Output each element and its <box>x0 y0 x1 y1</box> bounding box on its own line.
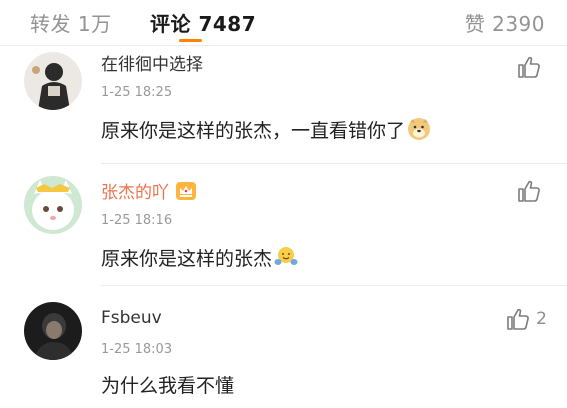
comment-item: 在徘徊中选择 1-25 18:25 原来你是这样的张杰，一直看错你了 <box>0 46 567 164</box>
comment-text-content: 原来你是这样的张杰 <box>101 248 273 270</box>
hug-emoji-icon <box>274 247 298 265</box>
user-avatar-image <box>24 52 82 110</box>
avatar[interactable] <box>24 52 82 110</box>
active-tab-indicator <box>179 39 202 42</box>
doge-emoji-icon <box>408 118 431 140</box>
comment-text-content: 原来你是这样的张杰，一直看错你了 <box>101 120 406 142</box>
comment-time: 1-25 18:03 <box>101 342 173 357</box>
user-avatar-image <box>24 176 82 234</box>
comment-username-text: 张杰的吖 <box>101 183 169 203</box>
like-button[interactable] <box>517 56 547 78</box>
comment-item: 张杰的吖 1-25 18:16 原来你是这样的张杰 <box>0 164 567 286</box>
comment-time: 1-25 18:25 <box>101 85 173 100</box>
thumbs-up-icon <box>518 180 540 202</box>
comment-username[interactable]: Fsbeuv <box>101 308 162 328</box>
avatar[interactable] <box>24 302 82 360</box>
user-avatar-image <box>24 302 82 360</box>
comment-tabs-bar: 转发 1万 评论 7487 赞 2390 <box>0 0 567 46</box>
thumbs-up-icon <box>518 56 540 78</box>
comment-text: 为什么我看不懂 <box>101 375 235 397</box>
crown-badge-icon <box>176 182 196 200</box>
comment-username[interactable]: 在徘徊中选择 <box>101 50 203 75</box>
comment-text: 原来你是这样的张杰 <box>101 244 298 271</box>
tab-like[interactable]: 赞 2390 <box>465 8 545 37</box>
like-button[interactable]: 2 <box>506 308 547 330</box>
thumbs-up-icon <box>507 308 530 330</box>
comment-username[interactable]: 张杰的吖 <box>101 178 197 203</box>
tab-repost[interactable]: 转发 1万 <box>30 8 112 37</box>
like-count: 2 <box>536 309 547 329</box>
avatar[interactable] <box>24 176 82 234</box>
like-button[interactable] <box>517 180 547 202</box>
comment-time: 1-25 18:16 <box>101 213 173 228</box>
comment-item: Fsbeuv 1-25 18:03 为什么我看不懂 2 <box>0 286 567 408</box>
comment-text: 原来你是这样的张杰，一直看错你了 <box>101 116 431 143</box>
